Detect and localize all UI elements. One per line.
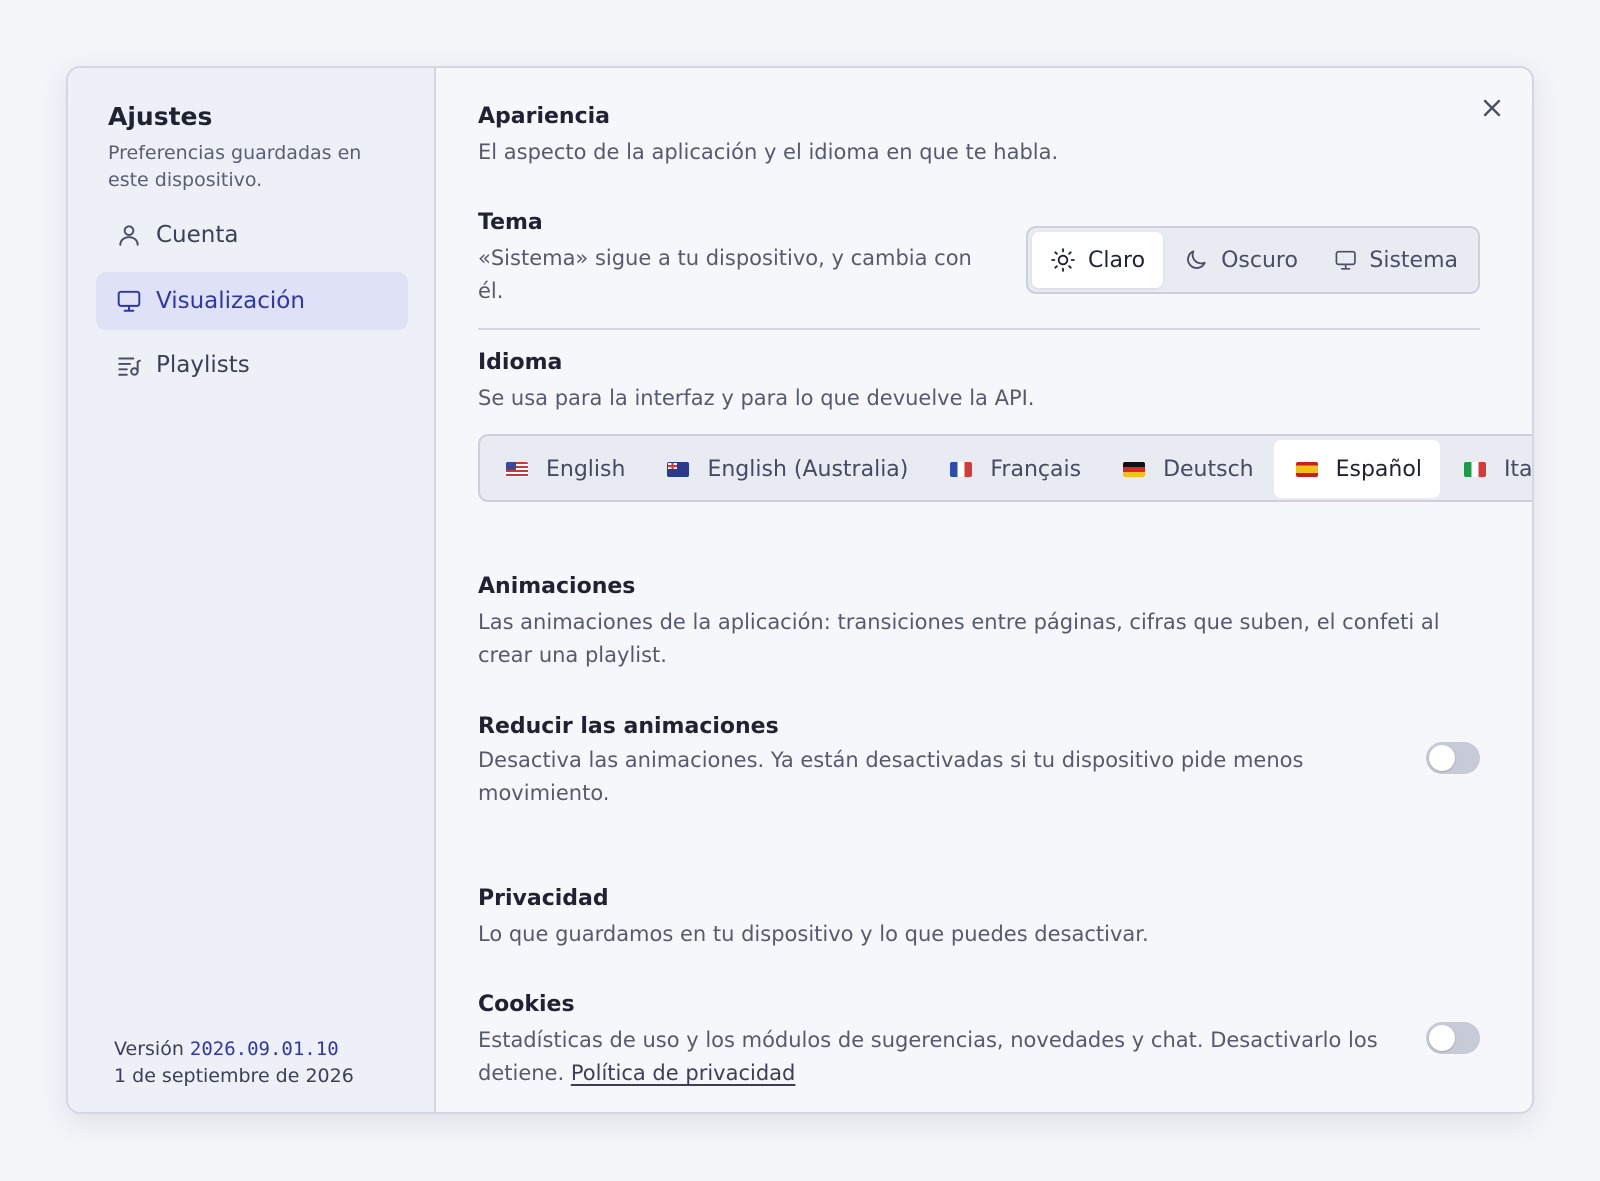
sidebar-item-cuenta[interactable]: Cuenta [96, 206, 408, 264]
language-option-label: Deutsch [1163, 456, 1254, 482]
version-info: Versión 2026.09.01.10 [114, 1038, 339, 1060]
cookies-toggle[interactable] [1426, 1022, 1480, 1054]
settings-content: Apariencia El aspecto de la aplicación y… [438, 68, 1532, 1112]
toggle-knob [1429, 1025, 1455, 1051]
us-flag-icon [506, 461, 528, 477]
language-option-deutsch[interactable]: Deutsch [1101, 440, 1272, 498]
theme-option-claro[interactable]: Claro [1032, 232, 1164, 288]
theme-selector: Claro Oscuro Sistema [1026, 226, 1480, 294]
moon-icon [1187, 250, 1206, 269]
language-option-italiano[interactable]: Italia [1442, 440, 1533, 498]
settings-dialog: Ajustes Preferencias guardadas en este d… [66, 66, 1534, 1114]
language-option-label: Français [990, 456, 1082, 482]
sun-icon [1051, 248, 1075, 272]
language-option-label: Italia [1503, 456, 1533, 482]
section-description-appearance: El aspecto de la aplicación y el idioma … [478, 140, 1059, 164]
theme-description: «Sistema» sigue a tu dispositivo, y camb… [478, 246, 972, 303]
sidebar-item-label: Visualización [156, 288, 305, 314]
au-flag-icon [667, 461, 690, 477]
theme-title: Tema [478, 210, 543, 235]
it-flag-icon [1463, 461, 1486, 477]
language-option-francais[interactable]: Français [928, 440, 1099, 498]
language-option-label: Español [1335, 456, 1422, 482]
privacy-policy-link[interactable]: Política de privacidad [571, 1061, 796, 1085]
section-title-privacy: Privacidad [478, 886, 609, 911]
cookies-title: Cookies [478, 992, 575, 1017]
language-selector: English English (Australia) Français Deu… [478, 434, 1533, 502]
version-number: 2026.09.01.10 [189, 1038, 339, 1060]
language-option-espanol[interactable]: Español [1273, 440, 1440, 498]
version-date: 1 de septiembre de 2026 [114, 1065, 354, 1087]
language-description: Se usa para la interfaz y para lo que de… [478, 386, 1035, 410]
divider [478, 328, 1480, 330]
theme-option-label: Claro [1088, 247, 1146, 273]
sidebar-item-visualizacion[interactable]: Visualización [96, 272, 408, 330]
theme-option-sistema[interactable]: Sistema [1318, 232, 1474, 288]
sidebar-title: Ajustes [108, 102, 213, 131]
close-button[interactable] [1478, 94, 1506, 122]
de-flag-icon [1123, 461, 1146, 477]
theme-option-oscuro[interactable]: Oscuro [1167, 232, 1314, 288]
sidebar-item-label: Playlists [156, 352, 250, 378]
es-flag-icon [1295, 461, 1318, 477]
sidebar-subtitle: Preferencias guardadas en este dispositi… [108, 142, 362, 191]
language-option-label: English [546, 456, 626, 482]
sidebar: Ajustes Preferencias guardadas en este d… [68, 68, 436, 1112]
reduce-animations-description: Desactiva las animaciones. Ya están desa… [478, 748, 1304, 805]
language-option-label: English (Australia) [707, 456, 909, 482]
section-title-appearance: Apariencia [478, 104, 611, 129]
section-description-animations: Las animaciones de la aplicación: transi… [478, 610, 1440, 667]
close-icon [1483, 99, 1501, 117]
language-option-english[interactable]: English [484, 440, 643, 498]
section-description-privacy: Lo que guardamos en tu dispositivo y lo … [478, 922, 1149, 946]
theme-option-label: Oscuro [1221, 247, 1298, 273]
sidebar-item-label: Cuenta [156, 222, 239, 248]
monitor-icon [117, 290, 141, 312]
playlist-icon [118, 357, 141, 376]
toggle-knob [1429, 745, 1455, 771]
user-icon [119, 225, 139, 246]
monitor-icon [1335, 250, 1356, 270]
version-label: Versión [114, 1038, 184, 1060]
reduce-animations-title: Reducir las animaciones [478, 714, 779, 739]
fr-flag-icon [950, 461, 973, 477]
language-option-english-australia[interactable]: English (Australia) [645, 440, 926, 498]
section-title-animations: Animaciones [478, 574, 636, 599]
sidebar-item-playlists[interactable]: Playlists [96, 336, 408, 394]
language-title: Idioma [478, 350, 563, 375]
cookies-description-block: Estadísticas de uso y los módulos de sug… [478, 1024, 1378, 1090]
reduce-animations-toggle[interactable] [1426, 742, 1480, 774]
theme-option-label: Sistema [1369, 247, 1458, 273]
